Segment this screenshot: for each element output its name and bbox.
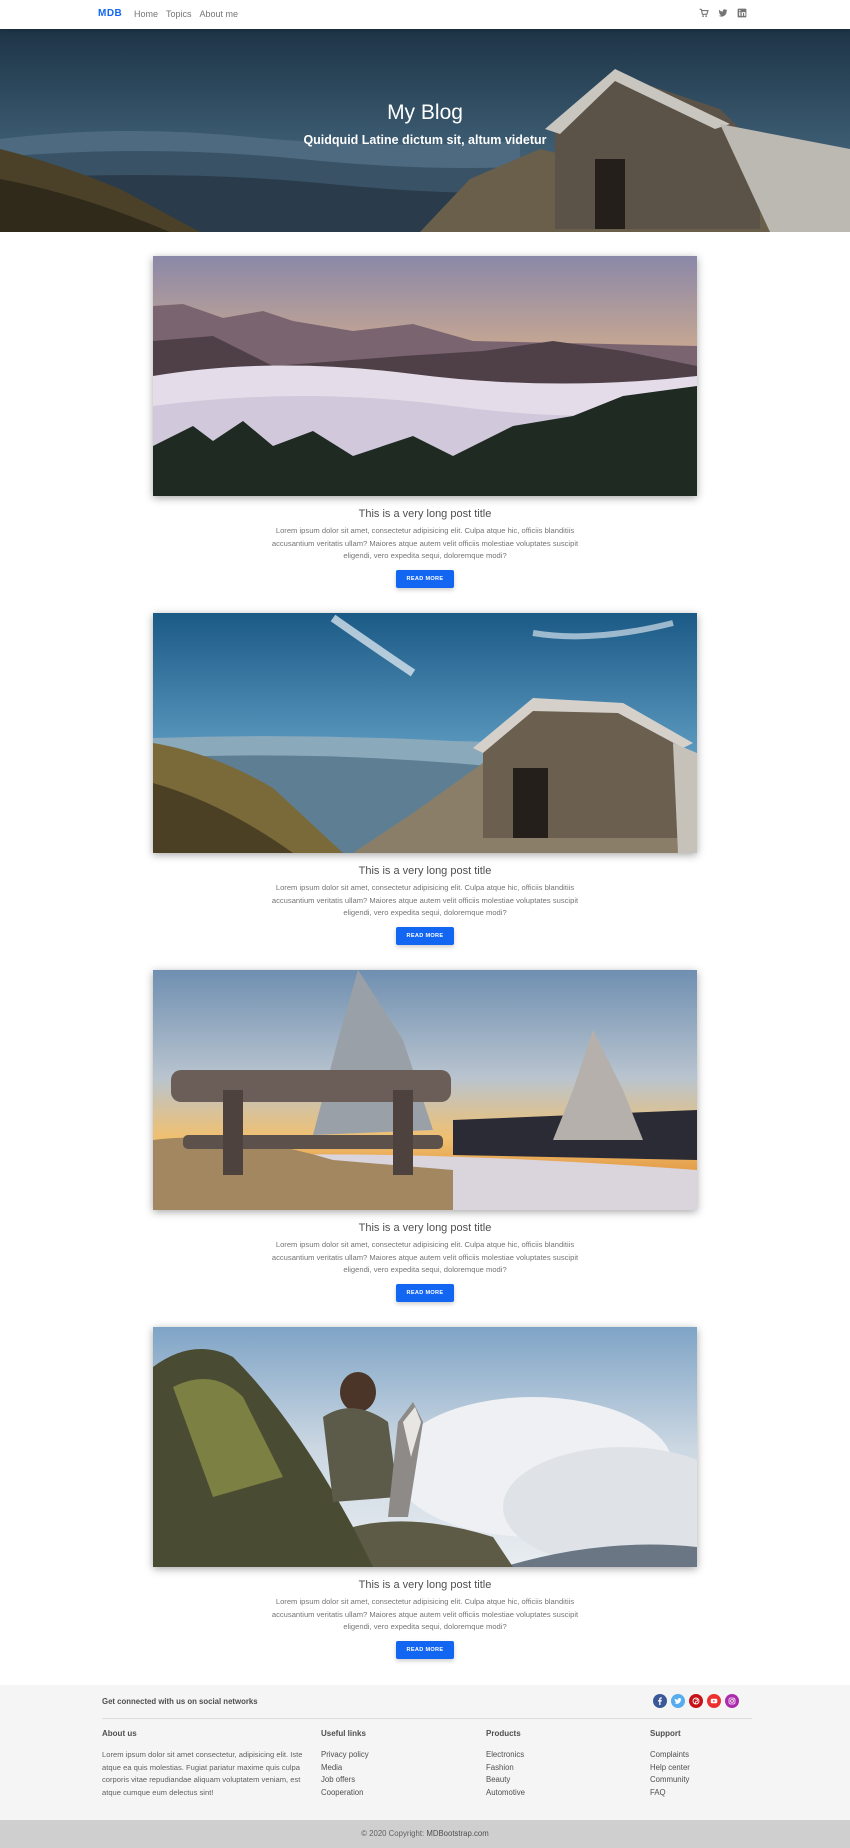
link-job-offers[interactable]: Job offers — [321, 1774, 369, 1787]
footer-useful-links-section: Useful links Privacy policy Media Job of… — [321, 1729, 369, 1800]
post-excerpt: Lorem ipsum dolor sit amet, consectetur … — [271, 1597, 579, 1631]
link-beauty[interactable]: Beauty — [486, 1774, 525, 1787]
link-community[interactable]: Community — [650, 1774, 690, 1787]
footer: Get connected with us on social networks… — [0, 1685, 850, 1820]
linkedin-icon[interactable] — [737, 8, 747, 18]
about-heading: About us — [102, 1729, 137, 1738]
products-heading: Products — [486, 1729, 521, 1738]
footer-divider — [102, 1718, 752, 1719]
hero-subtitle: Quidquid Latine dictum sit, altum videtu… — [303, 133, 547, 147]
brand-logo[interactable]: MDB — [98, 8, 122, 19]
link-cooperation[interactable]: Cooperation — [321, 1787, 369, 1800]
useful-links-heading: Useful links — [321, 1729, 366, 1738]
post-excerpt: Lorem ipsum dolor sit amet, consectetur … — [271, 1240, 579, 1274]
read-more-button[interactable]: READ MORE — [396, 927, 454, 945]
link-electronics[interactable]: Electronics — [486, 1749, 525, 1762]
footer-about-section: About us Lorem ipsum dolor sit amet cons… — [102, 1729, 312, 1800]
youtube-icon[interactable] — [707, 1694, 721, 1708]
read-more-button[interactable]: READ MORE — [396, 1284, 454, 1302]
post-excerpt: Lorem ipsum dolor sit amet, consectetur … — [271, 883, 579, 917]
nav-link-about-me[interactable]: About me — [200, 9, 239, 19]
nav-links: Home Topics About me — [134, 9, 238, 19]
twitter-icon[interactable] — [718, 8, 728, 18]
hero-title: My Blog — [387, 101, 463, 124]
link-automotive[interactable]: Automotive — [486, 1787, 525, 1800]
nav-icons — [699, 8, 747, 18]
link-faq[interactable]: FAQ — [650, 1787, 690, 1800]
copyright-prefix: © 2020 Copyright: — [361, 1829, 427, 1838]
copyright-link[interactable]: MDBootstrap.com — [426, 1829, 488, 1838]
link-media[interactable]: Media — [321, 1762, 369, 1775]
link-privacy-policy[interactable]: Privacy policy — [321, 1749, 369, 1762]
footer-support-section: Support Complaints Help center Community… — [650, 1729, 690, 1800]
nav-link-home[interactable]: Home — [134, 9, 158, 19]
post-image-winter-bench[interactable] — [153, 970, 697, 1210]
copyright-bar: © 2020 Copyright: MDBootstrap.com — [0, 1820, 850, 1848]
instagram-icon[interactable] — [725, 1694, 739, 1708]
link-complaints[interactable]: Complaints — [650, 1749, 690, 1762]
navbar: MDB Home Topics About me — [0, 0, 850, 29]
post-image-girl-with-dog[interactable] — [153, 1327, 697, 1567]
post-title[interactable]: This is a very long post title — [0, 865, 850, 877]
post-title[interactable]: This is a very long post title — [0, 1579, 850, 1591]
post-image-foggy-valley[interactable] — [153, 256, 697, 496]
social-heading: Get connected with us on social networks — [102, 1697, 258, 1706]
twitter-icon[interactable] — [671, 1694, 685, 1708]
link-help-center[interactable]: Help center — [650, 1762, 690, 1775]
post-excerpt: Lorem ipsum dolor sit amet, consectetur … — [271, 526, 579, 560]
pinterest-icon[interactable] — [689, 1694, 703, 1708]
hero-background-image — [0, 29, 850, 232]
post-title[interactable]: This is a very long post title — [0, 508, 850, 520]
facebook-icon[interactable] — [653, 1694, 667, 1708]
post-image-mountain-hut[interactable] — [153, 613, 697, 853]
read-more-button[interactable]: READ MORE — [396, 570, 454, 588]
social-icons — [653, 1694, 739, 1708]
shopping-cart-icon[interactable] — [699, 8, 709, 18]
link-fashion[interactable]: Fashion — [486, 1762, 525, 1775]
support-heading: Support — [650, 1729, 681, 1738]
read-more-button[interactable]: READ MORE — [396, 1641, 454, 1659]
hero-banner: My Blog Quidquid Latine dictum sit, altu… — [0, 29, 850, 232]
about-text: Lorem ipsum dolor sit amet consectetur, … — [102, 1750, 303, 1798]
post-title[interactable]: This is a very long post title — [0, 1222, 850, 1234]
nav-link-topics[interactable]: Topics — [166, 9, 192, 19]
footer-products-section: Products Electronics Fashion Beauty Auto… — [486, 1729, 525, 1800]
